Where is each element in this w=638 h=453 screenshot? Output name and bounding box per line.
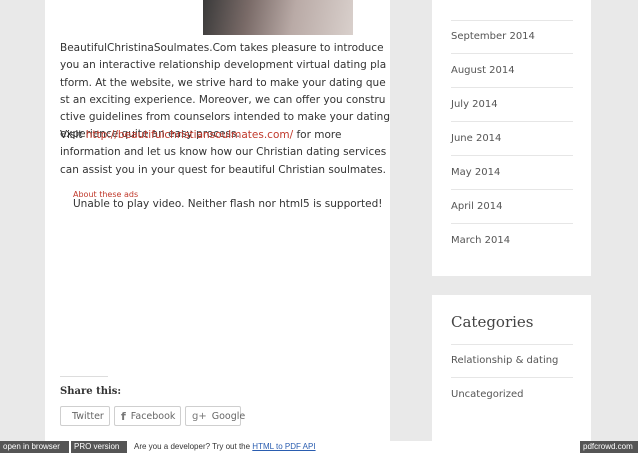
share-title: Share this:	[60, 386, 122, 397]
archive-separator	[451, 87, 573, 88]
developer-promo-label: Are you a developer? Try out the	[134, 442, 253, 451]
category-link-relationship-dating[interactable]: Relationship & dating	[451, 355, 573, 366]
share-google-button[interactable]: g+ Google	[185, 406, 245, 426]
share-twitter-label: Twitter	[72, 410, 104, 422]
post-visit-paragraph: Visit http://beautifulchristiansoulmates…	[60, 127, 390, 179]
google-plus-icon: g+	[192, 410, 207, 422]
video-unsupported-message: Unable to play video. Neither flash nor …	[73, 198, 383, 210]
category-link-uncategorized[interactable]: Uncategorized	[451, 389, 573, 400]
developer-promo-text: Are you a developer? Try out the HTML to…	[134, 441, 316, 453]
categories-widget: Categories Relationship & dating Uncateg…	[432, 295, 591, 441]
share-twitter-button[interactable]: Twitter	[60, 406, 110, 426]
archives-widget: September 2014 August 2014 July 2014 Jun…	[432, 0, 591, 276]
facebook-icon: f	[121, 409, 126, 423]
category-separator	[451, 344, 573, 345]
archive-link-september-2014[interactable]: September 2014	[451, 31, 573, 42]
archive-link-june-2014[interactable]: June 2014	[451, 133, 573, 144]
archive-separator	[451, 20, 573, 21]
html-to-pdf-api-link[interactable]: HTML to PDF API	[252, 442, 315, 451]
archive-separator	[451, 155, 573, 156]
post-featured-image	[203, 0, 353, 35]
category-separator	[451, 377, 573, 378]
visit-prefix: Visit	[60, 129, 86, 141]
archive-separator	[451, 189, 573, 190]
open-in-browser-button[interactable]: open in browser	[0, 441, 69, 453]
archive-separator	[451, 53, 573, 54]
archive-link-august-2014[interactable]: August 2014	[451, 65, 573, 76]
pro-version-button[interactable]: PRO version	[71, 441, 127, 453]
archive-separator	[451, 121, 573, 122]
share-divider	[60, 376, 108, 377]
archive-separator	[451, 223, 573, 224]
share-google-label: Google	[211, 410, 246, 422]
pdfcrowd-brand-link[interactable]: pdfcrowd.com	[580, 441, 638, 453]
share-facebook-button[interactable]: f Facebook	[114, 406, 181, 426]
archive-link-march-2014[interactable]: March 2014	[451, 235, 573, 246]
archive-link-may-2014[interactable]: May 2014	[451, 167, 573, 178]
categories-title: Categories	[451, 313, 534, 331]
site-link[interactable]: http://beautifulchristiansoulmates.com/	[86, 129, 293, 141]
archive-link-july-2014[interactable]: July 2014	[451, 99, 573, 110]
pdfcrowd-footer-bar: open in browser PRO version Are you a de…	[0, 441, 638, 453]
archive-link-april-2014[interactable]: April 2014	[451, 201, 573, 212]
share-facebook-label: Facebook	[130, 410, 176, 422]
